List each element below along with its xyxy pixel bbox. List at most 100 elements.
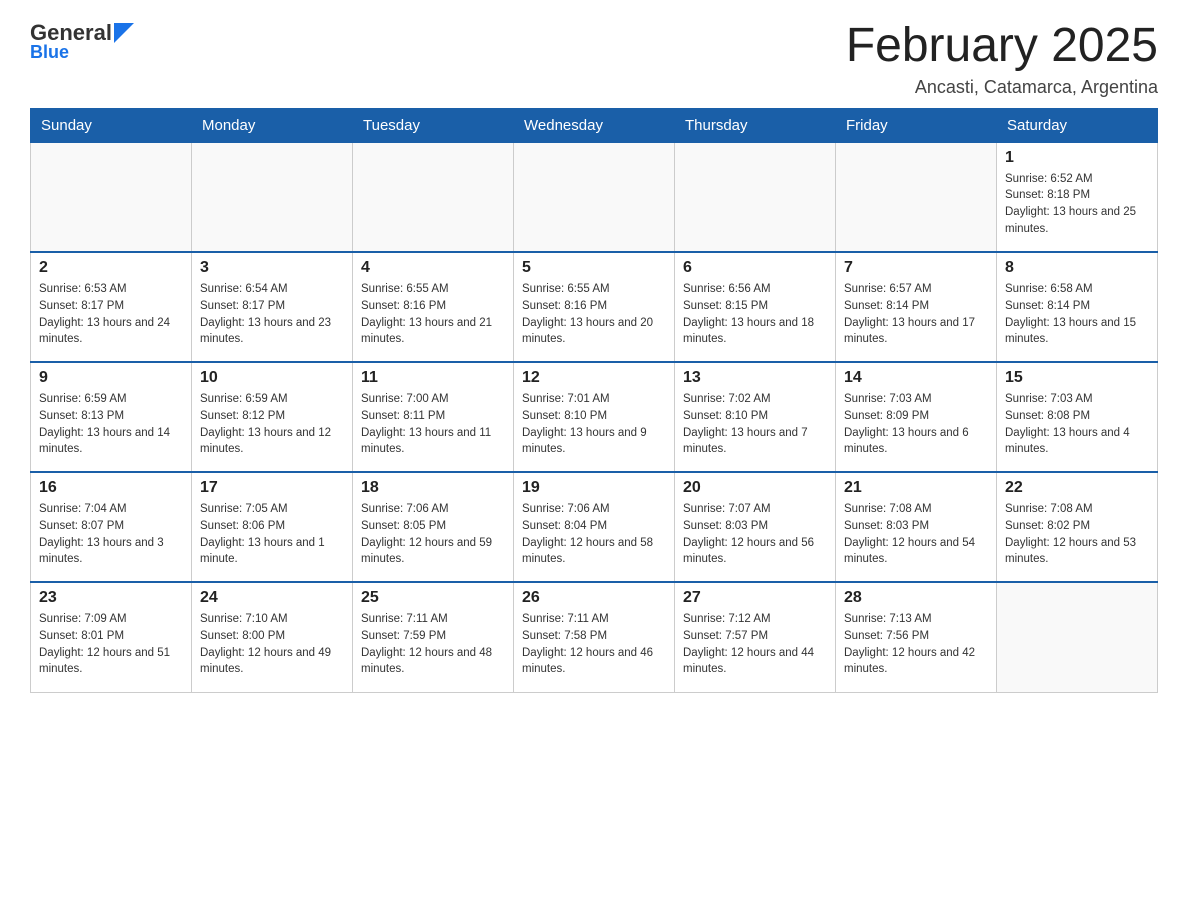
day-number: 11 <box>361 369 505 387</box>
day-info: Sunrise: 7:10 AM Sunset: 8:00 PM Dayligh… <box>200 611 344 678</box>
day-number: 10 <box>200 369 344 387</box>
calendar-cell: 9 Sunrise: 6:59 AM Sunset: 8:13 PM Daylig… <box>31 362 192 472</box>
calendar-cell: 24 Sunrise: 7:10 AM Sunset: 8:00 PM Dayli… <box>192 582 353 692</box>
page-header: General Blue February 2025 Ancasti, Cata… <box>30 20 1158 98</box>
day-number: 23 <box>39 589 183 607</box>
calendar-cell: 8Sunrise: 6:58 AM Sunset: 8:14 PM Daylig… <box>997 252 1158 362</box>
day-number: 24 <box>200 589 344 607</box>
weekday-header-saturday: Saturday <box>997 108 1158 142</box>
calendar-cell: 19 Sunrise: 7:06 AM Sunset: 8:04 PM Dayli… <box>514 472 675 582</box>
calendar-cell: 13 Sunrise: 7:02 AM Sunset: 8:10 PM Dayli… <box>675 362 836 472</box>
day-info: Sunrise: 7:01 AM Sunset: 8:10 PM Dayligh… <box>522 391 666 458</box>
calendar-cell: 18 Sunrise: 7:06 AM Sunset: 8:05 PM Dayli… <box>353 472 514 582</box>
day-info: Sunrise: 7:02 AM Sunset: 8:10 PM Dayligh… <box>683 391 827 458</box>
day-number: 21 <box>844 479 988 497</box>
calendar-cell: 11 Sunrise: 7:00 AM Sunset: 8:11 PM Dayli… <box>353 362 514 472</box>
month-title: February 2025 <box>846 20 1158 73</box>
day-info: Sunrise: 7:11 AM Sunset: 7:58 PM Dayligh… <box>522 611 666 678</box>
weekday-header-wednesday: Wednesday <box>514 108 675 142</box>
day-info: Sunrise: 7:03 AM Sunset: 8:09 PM Dayligh… <box>844 391 988 458</box>
calendar-cell: 16 Sunrise: 7:04 AM Sunset: 8:07 PM Dayli… <box>31 472 192 582</box>
day-info: Sunrise: 6:54 AM Sunset: 8:17 PM Dayligh… <box>200 281 344 348</box>
calendar-table: SundayMondayTuesdayWednesdayThursdayFrid… <box>30 108 1158 693</box>
day-number: 12 <box>522 369 666 387</box>
calendar-cell: 17 Sunrise: 7:05 AM Sunset: 8:06 PM Dayli… <box>192 472 353 582</box>
calendar-cell: 28Sunrise: 7:13 AM Sunset: 7:56 PM Dayli… <box>836 582 997 692</box>
weekday-header-friday: Friday <box>836 108 997 142</box>
calendar-cell: 6 Sunrise: 6:56 AM Sunset: 8:15 PM Daylig… <box>675 252 836 362</box>
day-info: Sunrise: 7:08 AM Sunset: 8:02 PM Dayligh… <box>1005 501 1149 568</box>
calendar-week-row: 23 Sunrise: 7:09 AM Sunset: 8:01 PM Dayli… <box>31 582 1158 692</box>
day-number: 16 <box>39 479 183 497</box>
weekday-header-tuesday: Tuesday <box>353 108 514 142</box>
day-number: 4 <box>361 259 505 277</box>
day-info: Sunrise: 6:56 AM Sunset: 8:15 PM Dayligh… <box>683 281 827 348</box>
location: Ancasti, Catamarca, Argentina <box>846 77 1158 98</box>
calendar-cell <box>675 142 836 252</box>
day-info: Sunrise: 6:57 AM Sunset: 8:14 PM Dayligh… <box>844 281 988 348</box>
calendar-cell: 27 Sunrise: 7:12 AM Sunset: 7:57 PM Dayli… <box>675 582 836 692</box>
calendar-cell: 15 Sunrise: 7:03 AM Sunset: 8:08 PM Dayli… <box>997 362 1158 472</box>
day-number: 15 <box>1005 369 1149 387</box>
day-info: Sunrise: 6:55 AM Sunset: 8:16 PM Dayligh… <box>522 281 666 348</box>
day-number: 26 <box>522 589 666 607</box>
day-info: Sunrise: 7:05 AM Sunset: 8:06 PM Dayligh… <box>200 501 344 568</box>
calendar-cell: 4 Sunrise: 6:55 AM Sunset: 8:16 PM Daylig… <box>353 252 514 362</box>
day-number: 17 <box>200 479 344 497</box>
day-number: 25 <box>361 589 505 607</box>
day-number: 22 <box>1005 479 1149 497</box>
calendar-cell <box>997 582 1158 692</box>
calendar-cell: 14Sunrise: 7:03 AM Sunset: 8:09 PM Dayli… <box>836 362 997 472</box>
calendar-week-row: 16 Sunrise: 7:04 AM Sunset: 8:07 PM Dayli… <box>31 472 1158 582</box>
day-number: 9 <box>39 369 183 387</box>
day-info: Sunrise: 7:09 AM Sunset: 8:01 PM Dayligh… <box>39 611 183 678</box>
weekday-header-row: SundayMondayTuesdayWednesdayThursdayFrid… <box>31 108 1158 142</box>
day-info: Sunrise: 7:12 AM Sunset: 7:57 PM Dayligh… <box>683 611 827 678</box>
day-number: 6 <box>683 259 827 277</box>
calendar-week-row: 2Sunrise: 6:53 AM Sunset: 8:17 PM Daylig… <box>31 252 1158 362</box>
calendar-cell: 1 Sunrise: 6:52 AM Sunset: 8:18 PM Daylig… <box>997 142 1158 252</box>
title-block: February 2025 Ancasti, Catamarca, Argent… <box>846 20 1158 98</box>
day-number: 28 <box>844 589 988 607</box>
logo-arrow-icon <box>114 23 134 43</box>
day-info: Sunrise: 7:00 AM Sunset: 8:11 PM Dayligh… <box>361 391 505 458</box>
calendar-cell <box>514 142 675 252</box>
day-info: Sunrise: 7:03 AM Sunset: 8:08 PM Dayligh… <box>1005 391 1149 458</box>
calendar-cell: 12 Sunrise: 7:01 AM Sunset: 8:10 PM Dayli… <box>514 362 675 472</box>
calendar-cell: 7 Sunrise: 6:57 AM Sunset: 8:14 PM Daylig… <box>836 252 997 362</box>
day-number: 18 <box>361 479 505 497</box>
calendar-cell: 23 Sunrise: 7:09 AM Sunset: 8:01 PM Dayli… <box>31 582 192 692</box>
day-number: 7 <box>844 259 988 277</box>
calendar-week-row: 9 Sunrise: 6:59 AM Sunset: 8:13 PM Daylig… <box>31 362 1158 472</box>
day-info: Sunrise: 6:59 AM Sunset: 8:12 PM Dayligh… <box>200 391 344 458</box>
calendar-cell <box>192 142 353 252</box>
day-info: Sunrise: 7:06 AM Sunset: 8:05 PM Dayligh… <box>361 501 505 568</box>
day-info: Sunrise: 7:08 AM Sunset: 8:03 PM Dayligh… <box>844 501 988 568</box>
day-info: Sunrise: 7:07 AM Sunset: 8:03 PM Dayligh… <box>683 501 827 568</box>
calendar-cell: 22 Sunrise: 7:08 AM Sunset: 8:02 PM Dayli… <box>997 472 1158 582</box>
day-info: Sunrise: 6:52 AM Sunset: 8:18 PM Dayligh… <box>1005 171 1149 238</box>
calendar-cell: 21 Sunrise: 7:08 AM Sunset: 8:03 PM Dayli… <box>836 472 997 582</box>
weekday-header-thursday: Thursday <box>675 108 836 142</box>
day-info: Sunrise: 7:06 AM Sunset: 8:04 PM Dayligh… <box>522 501 666 568</box>
calendar-cell: 2Sunrise: 6:53 AM Sunset: 8:17 PM Daylig… <box>31 252 192 362</box>
weekday-header-monday: Monday <box>192 108 353 142</box>
calendar-cell <box>836 142 997 252</box>
day-info: Sunrise: 7:11 AM Sunset: 7:59 PM Dayligh… <box>361 611 505 678</box>
day-number: 8 <box>1005 259 1149 277</box>
calendar-cell: 26 Sunrise: 7:11 AM Sunset: 7:58 PM Dayli… <box>514 582 675 692</box>
day-info: Sunrise: 6:59 AM Sunset: 8:13 PM Dayligh… <box>39 391 183 458</box>
calendar-cell: 25 Sunrise: 7:11 AM Sunset: 7:59 PM Dayli… <box>353 582 514 692</box>
day-number: 27 <box>683 589 827 607</box>
calendar-cell: 10 Sunrise: 6:59 AM Sunset: 8:12 PM Dayli… <box>192 362 353 472</box>
calendar-week-row: 1 Sunrise: 6:52 AM Sunset: 8:18 PM Daylig… <box>31 142 1158 252</box>
day-number: 13 <box>683 369 827 387</box>
day-number: 20 <box>683 479 827 497</box>
day-info: Sunrise: 6:53 AM Sunset: 8:17 PM Dayligh… <box>39 281 183 348</box>
day-info: Sunrise: 7:04 AM Sunset: 8:07 PM Dayligh… <box>39 501 183 568</box>
day-number: 5 <box>522 259 666 277</box>
day-number: 19 <box>522 479 666 497</box>
calendar-cell <box>31 142 192 252</box>
day-info: Sunrise: 6:55 AM Sunset: 8:16 PM Dayligh… <box>361 281 505 348</box>
day-number: 1 <box>1005 149 1149 167</box>
